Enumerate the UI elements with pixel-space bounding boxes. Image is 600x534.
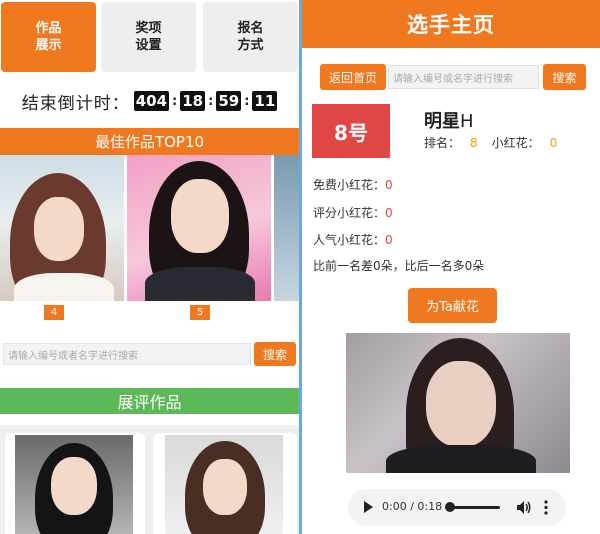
free-flower-line: 免费小红花：0 <box>313 176 393 193</box>
countdown-hours: 18 <box>180 91 206 111</box>
rating-flower-label: 评分小红花： <box>313 206 386 220</box>
audio-progress-track[interactable] <box>448 506 500 509</box>
flower-value: 0 <box>549 135 558 150</box>
countdown-separator: : <box>208 93 214 109</box>
right-search-input[interactable]: 请输入编号或名字进行搜索 <box>388 65 539 89</box>
contestant-name: 明星H <box>424 107 474 133</box>
top-tabs: 作品 展示 奖项 设置 报名 方式 <box>0 2 299 74</box>
more-options-icon[interactable] <box>544 500 548 515</box>
rank-value: 8 <box>470 135 478 150</box>
best-works-carousel[interactable] <box>0 155 299 301</box>
contestant-photo[interactable] <box>127 155 271 301</box>
left-search-button[interactable]: 搜索 <box>254 342 296 366</box>
right-panel: 选手主页 返回首页 请输入编号或名字进行搜索 搜索 8号 明星H 排名： 8 小… <box>302 0 600 534</box>
audio-progress-knob[interactable] <box>445 502 455 512</box>
give-flower-button[interactable]: 为Ta献花 <box>408 288 497 323</box>
best-works-heading: 最佳作品TOP10 <box>0 128 299 155</box>
left-panel: 作品 展示 奖项 设置 报名 方式 结束倒计时： 404 : 18 : 59 :… <box>0 0 299 534</box>
popular-flower-value: 0 <box>385 233 393 247</box>
popular-flower-label: 人气小红花： <box>313 233 386 247</box>
page-title: 选手主页 <box>302 0 600 48</box>
exhibit-photo <box>15 435 133 534</box>
rank-badge: 4 <box>44 305 64 320</box>
rating-flower-value: 0 <box>385 206 393 220</box>
free-flower-label: 免费小红花： <box>313 178 386 192</box>
contestant-photo[interactable] <box>274 155 299 301</box>
exhibit-works-grid <box>0 425 299 534</box>
audio-player: 0:00 / 0:18 <box>348 489 566 526</box>
contestant-name-suffix: H <box>460 111 474 132</box>
volume-icon[interactable] <box>517 501 531 514</box>
left-search-input[interactable]: 请输入编号或者名字进行搜索 <box>3 343 251 365</box>
rating-flower-line: 评分小红花：0 <box>313 204 393 221</box>
countdown-seconds: 11 <box>252 91 278 111</box>
exhibit-photo <box>165 435 283 534</box>
back-home-button[interactable]: 返回首页 <box>320 64 386 90</box>
play-icon[interactable] <box>364 501 373 513</box>
rank-label: 排名： <box>424 136 461 150</box>
contestant-number: 8号 <box>312 104 390 158</box>
tab-registration[interactable]: 报名 方式 <box>203 2 298 72</box>
contestant-name-main: 明星 <box>424 111 460 132</box>
left-search-row: 请输入编号或者名字进行搜索 搜索 <box>3 342 296 366</box>
tab-awards[interactable]: 奖项 设置 <box>101 2 196 72</box>
contestant-photo[interactable] <box>0 155 124 301</box>
exhibit-works-heading: 展评作品 <box>0 388 299 414</box>
countdown-minutes: 59 <box>216 91 242 111</box>
tab-works-display[interactable]: 作品 展示 <box>1 2 96 72</box>
contestant-video[interactable] <box>346 333 570 473</box>
exhibit-card[interactable] <box>5 433 145 534</box>
right-search-button[interactable]: 搜索 <box>543 64 586 90</box>
free-flower-value: 0 <box>385 178 393 192</box>
right-search-row: 返回首页 请输入编号或名字进行搜索 搜索 <box>320 64 586 90</box>
countdown-separator: : <box>244 93 250 109</box>
countdown-label: 结束倒计时： <box>21 93 130 114</box>
countdown: 结束倒计时： 404 : 18 : 59 : 11 <box>0 88 299 114</box>
exhibit-card[interactable] <box>153 433 297 534</box>
flower-label: 小红花： <box>491 136 540 150</box>
audio-time: 0:00 / 0:18 <box>382 500 443 513</box>
compare-text: 比前一名差0朵，比后一名多0朵 <box>313 259 485 273</box>
rank-badge: 5 <box>190 305 210 320</box>
contestant-stats: 排名： 8 小红花： 0 <box>424 134 557 151</box>
popular-flower-line: 人气小红花：0 <box>313 231 393 248</box>
countdown-separator: : <box>172 93 178 109</box>
countdown-days: 404 <box>133 91 170 111</box>
